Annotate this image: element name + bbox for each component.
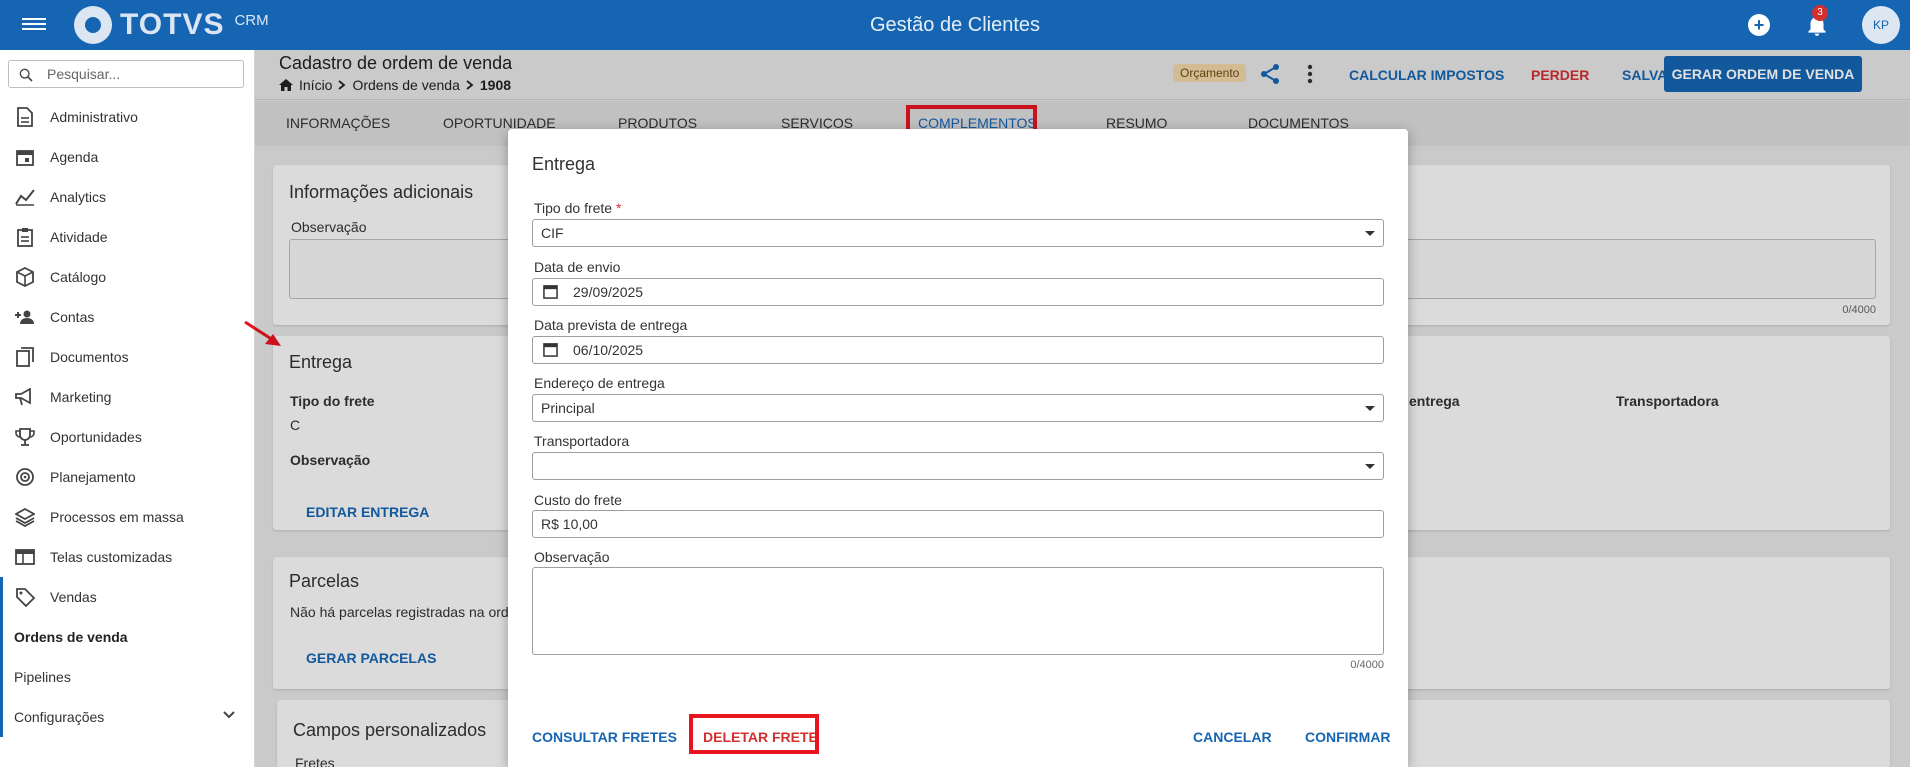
ship-date-label: Data de envio bbox=[534, 259, 621, 275]
modal-actions: CONSULTAR FRETES DELETAR FRETE CANCELAR … bbox=[508, 719, 1408, 749]
analytics-icon bbox=[14, 186, 36, 208]
trophy-icon bbox=[14, 426, 36, 448]
sidebar-nav: Administrativo Agenda Analytics Atividad… bbox=[0, 97, 255, 737]
sidebar-item-label: Agenda bbox=[50, 149, 99, 165]
target-icon bbox=[14, 466, 36, 488]
sidebar-item-label: Oportunidades bbox=[50, 429, 142, 445]
sidebar-item-telas[interactable]: Telas customizadas bbox=[0, 537, 255, 577]
brand-logo[interactable]: TOTVS CRM bbox=[74, 6, 269, 44]
sidebar-item-label: Vendas bbox=[50, 589, 97, 605]
freight-type-label: Tipo do frete * bbox=[534, 200, 621, 216]
search-icon bbox=[19, 68, 33, 82]
sidebar-item-label: Documentos bbox=[50, 349, 129, 365]
expected-date-field[interactable]: 06/10/2025 bbox=[532, 336, 1384, 364]
sidebar-item-label: Processos em massa bbox=[50, 509, 184, 525]
sidebar-item-label: Configurações bbox=[14, 709, 105, 725]
search-box[interactable] bbox=[8, 60, 244, 88]
documents-icon bbox=[14, 346, 36, 368]
dropdown-arrow-icon bbox=[1365, 464, 1375, 469]
dropdown-arrow-icon bbox=[1365, 406, 1375, 411]
document-icon bbox=[14, 106, 36, 128]
people-icon bbox=[14, 306, 36, 328]
address-value: Principal bbox=[541, 400, 595, 416]
sidebar-item-label: Analytics bbox=[50, 189, 107, 205]
sidebar-item-label: Administrativo bbox=[50, 109, 138, 125]
cube-icon bbox=[14, 266, 36, 288]
sidebar-item-contas[interactable]: Contas bbox=[0, 297, 255, 337]
sidebar-item-marketing[interactable]: Marketing bbox=[0, 377, 255, 417]
calendar-icon[interactable] bbox=[543, 342, 558, 357]
sidebar-item-vendas[interactable]: Vendas bbox=[3, 577, 255, 617]
freight-cost-label: Custo do frete bbox=[534, 492, 622, 508]
freight-type-label-text: Tipo do frete bbox=[534, 200, 613, 216]
sidebar-item-planejamento[interactable]: Planejamento bbox=[0, 457, 255, 497]
app-title: Gestão de Clientes bbox=[869, 14, 1041, 36]
required-marker: * bbox=[615, 200, 622, 216]
modal-title: Entrega bbox=[532, 154, 596, 174]
freight-cost-input[interactable]: R$ 10,00 bbox=[532, 510, 1384, 538]
sidebar-item-label: Contas bbox=[50, 309, 95, 325]
ship-date-value: 29/09/2025 bbox=[573, 284, 644, 300]
carrier-select[interactable] bbox=[532, 452, 1384, 480]
sidebar-item-agenda[interactable]: Agenda bbox=[0, 137, 255, 177]
notification-badge: 3 bbox=[1812, 5, 1828, 21]
ship-date-field[interactable]: 29/09/2025 bbox=[532, 278, 1384, 306]
sidebar-item-ordens-de-venda[interactable]: Ordens de venda bbox=[3, 617, 255, 657]
clipboard-icon bbox=[14, 226, 36, 248]
top-bar: TOTVS CRM Gestão de Clientes + 3 KP bbox=[0, 0, 1910, 50]
sidebar-item-catalogo[interactable]: Catálogo bbox=[0, 257, 255, 297]
avatar[interactable]: KP bbox=[1862, 6, 1900, 44]
expected-date-label: Data prevista de entrega bbox=[534, 317, 688, 333]
delivery-modal: Entrega Tipo do frete * CIF Data de envi… bbox=[508, 129, 1408, 767]
sidebar-item-label: Pipelines bbox=[14, 669, 71, 685]
window-icon bbox=[14, 546, 36, 568]
address-label: Endereço de entrega bbox=[534, 375, 665, 391]
logo-icon bbox=[74, 6, 112, 44]
calendar-icon bbox=[14, 146, 36, 168]
sidebar-group-vendas: Vendas Ordens de venda Pipelines Configu… bbox=[0, 577, 255, 737]
modal-obs-label: Observação bbox=[534, 549, 610, 565]
sidebar-item-administrativo[interactable]: Administrativo bbox=[0, 97, 255, 137]
sidebar-item-atividade[interactable]: Atividade bbox=[0, 217, 255, 257]
freight-cost-value: R$ 10,00 bbox=[541, 516, 598, 532]
layers-icon bbox=[14, 506, 36, 528]
sidebar-item-oportunidades[interactable]: Oportunidades bbox=[0, 417, 255, 457]
modal-obs-textarea[interactable] bbox=[532, 567, 1384, 655]
calendar-icon[interactable] bbox=[543, 284, 558, 299]
carrier-label: Transportadora bbox=[534, 433, 630, 449]
sidebar-item-documentos[interactable]: Documentos bbox=[0, 337, 255, 377]
sidebar: Administrativo Agenda Analytics Atividad… bbox=[0, 50, 255, 767]
address-select[interactable]: Principal bbox=[532, 394, 1384, 422]
freight-type-select[interactable]: CIF bbox=[532, 219, 1384, 247]
sidebar-item-label: Telas customizadas bbox=[50, 549, 173, 565]
dropdown-arrow-icon bbox=[1365, 231, 1375, 236]
expected-date-value: 06/10/2025 bbox=[573, 342, 644, 358]
cancel-button[interactable]: CANCELAR bbox=[1193, 729, 1272, 745]
sidebar-item-label: Ordens de venda bbox=[14, 629, 128, 645]
sidebar-item-processos[interactable]: Processos em massa bbox=[0, 497, 255, 537]
confirm-button[interactable]: CONFIRMAR bbox=[1305, 729, 1391, 745]
freight-type-value: CIF bbox=[541, 225, 564, 241]
brand-suffix: CRM bbox=[234, 12, 269, 29]
sidebar-item-label: Atividade bbox=[50, 229, 108, 245]
sidebar-item-label: Planejamento bbox=[50, 469, 136, 485]
sidebar-item-label: Marketing bbox=[50, 389, 112, 405]
menu-icon[interactable] bbox=[22, 15, 46, 35]
delete-highlight-box bbox=[689, 714, 819, 754]
sidebar-item-analytics[interactable]: Analytics bbox=[0, 177, 255, 217]
tag-icon bbox=[14, 586, 36, 608]
sidebar-item-label: Catálogo bbox=[50, 269, 107, 285]
megaphone-icon bbox=[14, 386, 36, 408]
chevron-down-icon bbox=[223, 711, 235, 719]
modal-obs-counter: 0/4000 bbox=[1350, 659, 1384, 671]
sidebar-item-configuracoes[interactable]: Configurações bbox=[3, 697, 255, 737]
add-icon[interactable]: + bbox=[1748, 14, 1770, 36]
sidebar-item-pipelines[interactable]: Pipelines bbox=[3, 657, 255, 697]
consult-freight-button[interactable]: CONSULTAR FRETES bbox=[532, 729, 677, 745]
search-input[interactable] bbox=[47, 65, 237, 83]
brand-name: TOTVS bbox=[120, 8, 225, 41]
